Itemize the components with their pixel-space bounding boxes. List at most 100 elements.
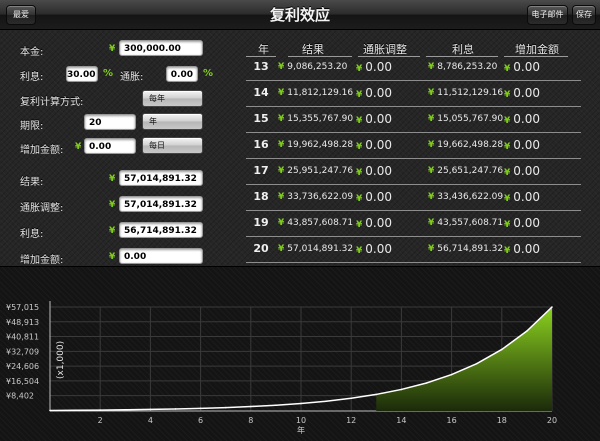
row-inflation-adj-value: 0.00 [365, 112, 392, 126]
y-tick-label: ¥24,606 [6, 362, 39, 371]
row-result: ¥25,951,247.76 [278, 166, 353, 176]
email-button[interactable]: 电子邮件 [527, 5, 568, 25]
row-interest-value: 33,436,622.09 [437, 192, 504, 202]
row-addition-value: 0.00 [513, 112, 540, 126]
row-addition: ¥0.00 [504, 164, 540, 178]
row-year: 15 [253, 112, 269, 125]
term-input[interactable]: 20 [84, 114, 136, 130]
compounding-select[interactable]: 每年 [142, 90, 203, 107]
addition-input[interactable]: 0.00 [84, 138, 136, 154]
currency-symbol: ¥ [356, 168, 363, 178]
row-result-value: 9,086,253.20 [287, 62, 348, 72]
row-interest: ¥33,436,622.09 [428, 192, 503, 202]
table-row[interactable]: 14 ¥11,812,129.16 ¥0.00 ¥11,512,129.16 ¥0.00 [246, 81, 581, 107]
currency-symbol: ¥ [356, 142, 363, 152]
table-row[interactable]: 13 ¥9,086,253.20 ¥0.00 ¥8,786,253.20 ¥0.00 [246, 55, 581, 81]
save-button[interactable]: 保存 [572, 5, 596, 25]
row-year: 18 [253, 190, 269, 203]
row-interest-value: 25,651,247.76 [437, 166, 504, 176]
row-result: ¥33,736,622.09 [278, 192, 353, 202]
row-inflation-adj-value: 0.00 [365, 164, 392, 178]
currency-symbol: ¥ [504, 116, 511, 126]
row-interest: ¥25,651,247.76 [428, 166, 503, 176]
data-point [475, 362, 478, 365]
x-tick-label: 6 [198, 416, 203, 425]
row-inflation-adj: ¥0.00 [356, 60, 392, 74]
table-row[interactable]: 15 ¥15,355,767.90 ¥0.00 ¥15,055,767.90 ¥0.00 [246, 107, 581, 133]
result-interest-value: 56,714,891.32 [119, 222, 203, 238]
addition-currency: ¥ [75, 142, 82, 152]
data-point [300, 402, 302, 405]
currency-symbol: ¥ [504, 90, 511, 100]
table-row[interactable]: 16 ¥19,962,498.28 ¥0.00 ¥19,662,498.28 ¥0.00 [246, 133, 581, 159]
result-inflation-value: 57,014,891.32 [119, 196, 203, 212]
addition-frequency-select[interactable]: 每日 [142, 137, 203, 154]
currency-symbol: ¥ [278, 62, 285, 72]
x-tick-label: 20 [547, 416, 557, 425]
x-tick-label: 4 [148, 416, 153, 425]
y-tick-label: ¥40,811 [6, 333, 39, 342]
row-inflation-adj: ¥0.00 [356, 138, 392, 152]
currency-symbol: ¥ [356, 194, 363, 204]
row-result: ¥43,857,608.71 [278, 218, 353, 228]
table-row[interactable]: 19 ¥43,857,608.71 ¥0.00 ¥43,557,608.71 ¥0.00 [246, 211, 581, 237]
data-point [526, 330, 528, 332]
currency-symbol: ¥ [428, 88, 435, 98]
currency-symbol: ¥ [428, 218, 435, 228]
x-axis-label: 年 [297, 425, 305, 435]
table-row[interactable]: 20 ¥57,014,891.32 ¥0.00 ¥56,714,891.32 ¥0.00 [246, 237, 581, 263]
currency-symbol: ¥ [428, 166, 435, 176]
row-inflation-adj: ¥0.00 [356, 242, 392, 256]
principal-currency: ¥ [109, 44, 116, 54]
data-point [400, 388, 403, 391]
result-addition-label: 增加金额: [20, 255, 64, 266]
row-interest-value: 19,662,498.28 [437, 140, 504, 150]
principal-input[interactable]: 300,000.00 [119, 40, 203, 56]
favorites-button[interactable]: 最爱 [6, 5, 36, 25]
interest-input[interactable]: 30.00 [66, 66, 98, 82]
currency-symbol: ¥ [356, 64, 363, 74]
x-tick-label: 12 [346, 416, 356, 425]
row-result-value: 57,014,891.32 [287, 244, 354, 254]
row-addition-value: 0.00 [513, 60, 540, 74]
x-tick-label: 10 [296, 416, 306, 425]
addition-label: 增加金额: [20, 145, 64, 156]
row-result: ¥15,355,767.90 [278, 114, 353, 124]
term-unit-select[interactable]: 年 [142, 113, 203, 130]
row-year: 17 [253, 164, 269, 177]
currency-symbol: ¥ [278, 114, 285, 124]
row-result: ¥11,812,129.16 [278, 88, 353, 98]
x-tick-label: 8 [248, 416, 253, 425]
growth-chart-svg: ¥57,015 ¥48,913 ¥40,811 ¥32,709 ¥24,606 ¥16,5… [6, 301, 557, 435]
result-interest-label: 利息: [20, 229, 44, 240]
inflation-input[interactable]: 0.00 [166, 66, 198, 82]
top-bar: 最爱 复利效应 电子邮件 保存 [0, 0, 600, 30]
currency-symbol: ¥ [504, 194, 511, 204]
row-result-value: 43,857,608.71 [287, 218, 354, 228]
inflation-label: 通胀: [120, 72, 144, 83]
currency-symbol: ¥ [504, 168, 511, 178]
row-interest: ¥15,055,767.90 [428, 114, 503, 124]
row-addition-value: 0.00 [513, 190, 540, 204]
row-result: ¥57,014,891.32 [278, 244, 353, 254]
interest-label: 利息: [20, 72, 44, 83]
row-year: 13 [253, 60, 269, 73]
row-interest: ¥43,557,608.71 [428, 218, 503, 228]
y-tick-label: ¥57,015 [6, 303, 39, 312]
table-row[interactable]: 17 ¥25,951,247.76 ¥0.00 ¥25,651,247.76 ¥0.00 [246, 159, 581, 185]
currency-symbol: ¥ [504, 246, 511, 256]
y-tick-label: ¥32,709 [6, 347, 39, 356]
currency-symbol: ¥ [356, 220, 363, 230]
row-addition: ¥0.00 [504, 60, 540, 74]
y-tick-label: ¥16,504 [6, 377, 39, 386]
currency-symbol: ¥ [356, 116, 363, 126]
data-point [350, 397, 353, 400]
table-row[interactable]: 18 ¥33,736,622.09 ¥0.00 ¥33,436,622.09 ¥0.00 [246, 185, 581, 211]
data-point [224, 406, 227, 409]
row-interest-value: 43,557,608.71 [437, 218, 504, 228]
row-interest-value: 8,786,253.20 [437, 62, 498, 72]
row-inflation-adj: ¥0.00 [356, 164, 392, 178]
row-inflation-adj-value: 0.00 [365, 216, 392, 230]
result-inflation-label: 通胀调整: [20, 203, 64, 214]
row-inflation-adj: ¥0.00 [356, 190, 392, 204]
